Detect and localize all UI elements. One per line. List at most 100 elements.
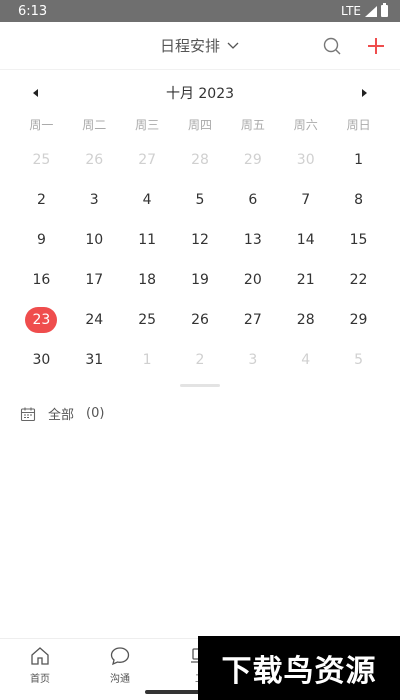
calendar-day[interactable]: 9 <box>15 220 68 260</box>
caret-left-icon[interactable] <box>30 87 42 99</box>
day-number: 26 <box>85 152 104 168</box>
watermark-text: 下载鸟资源 <box>221 654 377 689</box>
add-icon[interactable] <box>366 36 386 56</box>
calendar-day[interactable]: 3 <box>68 180 121 220</box>
calendar-day[interactable]: 26 <box>68 140 121 180</box>
tab-home[interactable]: 首页 <box>0 639 80 700</box>
calendar-day[interactable]: 24 <box>68 300 121 340</box>
weekday-header: 周一 周二 周三 周四 周五 周六 周日 <box>15 116 385 133</box>
calendar-grid: 25 26 27 28 29 30 1 2 3 4 5 6 7 8 9 10 11 12 13 14 15 16 17 18 1… <box>15 140 385 380</box>
day-number: 5 <box>354 352 364 368</box>
weekday-label: 周六 <box>293 118 318 132</box>
calendar-day[interactable]: 18 <box>121 260 174 300</box>
day-number: 26 <box>191 312 209 328</box>
calendar-day[interactable]: 4 <box>121 180 174 220</box>
drag-handle[interactable] <box>180 384 220 387</box>
caret-right-icon[interactable] <box>358 87 370 99</box>
calendar-day[interactable]: 2 <box>15 180 68 220</box>
calendar-icon <box>20 407 36 421</box>
day-number: 1 <box>354 152 364 168</box>
day-number: 16 <box>32 272 51 288</box>
calendar-day[interactable]: 16 <box>15 260 68 300</box>
day-number: 6 <box>248 192 258 208</box>
status-indicators: LTE <box>341 3 388 18</box>
calendar-day[interactable]: 25 <box>15 140 68 180</box>
calendar-day[interactable]: 26 <box>174 300 227 340</box>
calendar-day[interactable]: 19 <box>174 260 227 300</box>
day-number: 19 <box>191 272 209 288</box>
day-number: 8 <box>354 192 364 208</box>
calendar-day[interactable]: 22 <box>332 260 385 300</box>
calendar-day[interactable]: 1 <box>332 140 385 180</box>
day-number: 3 <box>89 192 99 208</box>
day-number: 30 <box>32 352 51 368</box>
calendar-day[interactable]: 1 <box>121 340 174 380</box>
search-icon[interactable] <box>322 36 342 56</box>
day-number: 29 <box>243 152 262 168</box>
day-number: 12 <box>191 232 209 248</box>
day-number: 7 <box>301 192 311 208</box>
calendar-day[interactable]: 11 <box>121 220 174 260</box>
month-navigation: 十月 2023 <box>0 80 400 106</box>
day-number: 27 <box>243 312 262 328</box>
calendar-day[interactable]: 20 <box>226 260 279 300</box>
calendar-day[interactable]: 10 <box>68 220 121 260</box>
day-number: 17 <box>85 272 104 288</box>
calendar-day[interactable]: 30 <box>15 340 68 380</box>
day-number: 28 <box>191 152 209 168</box>
day-number: 1 <box>142 352 152 368</box>
watermark-logo: 下载鸟资源 <box>198 636 400 700</box>
calendar-day[interactable]: 25 <box>121 300 174 340</box>
calendar-day[interactable]: 29 <box>226 140 279 180</box>
day-number: 20 <box>243 272 262 288</box>
calendar-day[interactable]: 3 <box>226 340 279 380</box>
month-label: 十月 2023 <box>165 86 235 102</box>
calendar-day[interactable]: 7 <box>279 180 332 220</box>
day-number: 2 <box>36 192 46 208</box>
calendar-day[interactable]: 12 <box>174 220 227 260</box>
calendar-day[interactable]: 13 <box>226 220 279 260</box>
calendar-day[interactable]: 21 <box>279 260 332 300</box>
day-number: 4 <box>142 192 152 208</box>
day-number: 13 <box>243 232 262 248</box>
calendar-day[interactable]: 27 <box>226 300 279 340</box>
calendar-day[interactable]: 31 <box>68 340 121 380</box>
page-title: 日程安排 <box>159 37 220 55</box>
calendar-day[interactable]: 15 <box>332 220 385 260</box>
schedule-type-dropdown[interactable]: 日程安排 <box>160 35 240 56</box>
home-icon <box>31 647 49 665</box>
schedule-filter[interactable]: 全部 (0) <box>20 404 104 423</box>
calendar-day[interactable]: 4 <box>279 340 332 380</box>
weekday-label: 周一 <box>29 118 54 132</box>
calendar-day[interactable]: 29 <box>332 300 385 340</box>
calendar-day[interactable]: 2 <box>174 340 227 380</box>
day-number: 4 <box>301 352 311 368</box>
day-number: 21 <box>296 272 315 288</box>
calendar-day[interactable]: 5 <box>174 180 227 220</box>
day-number: 14 <box>296 232 315 248</box>
calendar-day[interactable]: 17 <box>68 260 121 300</box>
day-number: 3 <box>248 352 258 368</box>
calendar-day[interactable]: 28 <box>174 140 227 180</box>
day-number: 28 <box>296 312 315 328</box>
calendar-day[interactable]: 14 <box>279 220 332 260</box>
tab-label: 首页 <box>30 674 50 685</box>
calendar-day[interactable]: 8 <box>332 180 385 220</box>
day-number: 24 <box>85 312 104 328</box>
battery-icon <box>381 3 388 17</box>
day-number: 11 <box>138 232 157 248</box>
calendar-day[interactable]: 6 <box>226 180 279 220</box>
day-number: 29 <box>349 312 368 328</box>
calendar-day[interactable]: 30 <box>279 140 332 180</box>
day-number: 31 <box>85 352 104 368</box>
chevron-down-icon <box>227 42 239 49</box>
calendar-day[interactable]: 5 <box>332 340 385 380</box>
signal-icon <box>365 5 377 17</box>
calendar-day[interactable]: 28 <box>279 300 332 340</box>
filter-label: 全部 <box>48 408 75 423</box>
calendar-day-today[interactable]: 23 <box>15 300 68 340</box>
weekday-label: 周二 <box>82 118 107 132</box>
day-number: 23 <box>25 307 58 333</box>
status-bar: 6:13 LTE <box>0 0 400 22</box>
calendar-day[interactable]: 27 <box>121 140 174 180</box>
